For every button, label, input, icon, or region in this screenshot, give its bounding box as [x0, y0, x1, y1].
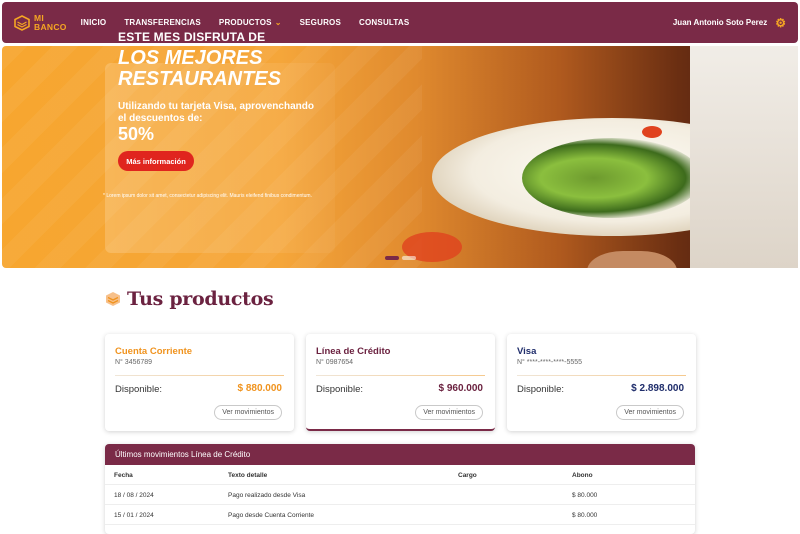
logo-text-line2: BANCO [34, 21, 67, 32]
cell-abono: $ 80.000 [572, 492, 598, 499]
column-header-abono: Abono [572, 472, 593, 479]
available-label: Disponible: [517, 384, 564, 395]
column-header-detalle: Texto detalle [228, 472, 268, 479]
logo-icon [106, 292, 120, 306]
nav-item-label: INICIO [80, 18, 107, 27]
carousel-dot-2[interactable] [402, 256, 416, 260]
product-name: Línea de Crédito [316, 346, 391, 357]
nav-item-label: PRODUCTOS [218, 18, 272, 27]
view-movements-button[interactable]: Ver movimientos [616, 405, 684, 420]
bank-logo[interactable]: MI BANCO [14, 14, 67, 31]
hand-image [587, 251, 677, 268]
promo-subtitle: Utilizando tu tarjeta Visa, aprovenchand… [118, 101, 314, 124]
table-row: 15 / 01 / 2024 Pago desde Cuenta Corrien… [105, 505, 695, 525]
user-name[interactable]: Juan Antonio Soto Perez [673, 18, 767, 27]
promo-discount: 50% [118, 124, 155, 144]
movements-title: Últimos movimientos Línea de Crédito [105, 444, 695, 465]
promo-title-line2: RESTAURANTES [118, 68, 281, 90]
salad-image [522, 138, 702, 218]
logo-icon [14, 14, 30, 31]
page-title: Tus productos [127, 288, 274, 310]
available-amount: $ 880.000 [237, 383, 283, 394]
product-card-linea-credito[interactable]: Línea de Crédito N° 0987654 Disponible: … [306, 334, 495, 431]
promo-title: LOS MEJORES RESTAURANTES [118, 48, 338, 90]
view-movements-button[interactable]: Ver movimientos [214, 405, 282, 420]
product-name: Cuenta Corriente [115, 346, 193, 357]
available-label: Disponible: [316, 384, 363, 395]
table-header-row: Fecha Texto detalle Cargo Abono [105, 465, 695, 485]
promo-disclaimer: * Lorem ipsum dolor sit amet, consectetu… [103, 193, 312, 199]
product-name: Visa [517, 346, 537, 357]
nav-item-consultas[interactable]: CONSULTAS [359, 18, 409, 27]
chef-arm-image [690, 46, 798, 268]
cell-fecha: 18 / 08 / 2024 [114, 492, 154, 499]
available-amount: $ 2.898.000 [631, 383, 684, 394]
product-card-cuenta-corriente[interactable]: Cuenta Corriente N° 3456789 Disponible: … [105, 334, 294, 431]
available-label: Disponible: [115, 384, 162, 395]
cell-detalle: Pago realizado desde Visa [228, 492, 306, 499]
cell-detalle: Pago desde Cuenta Corriente [228, 512, 315, 519]
cell-fecha: 15 / 01 / 2024 [114, 512, 154, 519]
divider [316, 375, 485, 376]
product-card-visa[interactable]: Visa N° ****-****-****-5555 Disponible: … [507, 334, 696, 431]
carousel-dots [385, 256, 416, 260]
nav-item-label: SEGUROS [299, 18, 342, 27]
view-movements-button[interactable]: Ver movimientos [415, 405, 483, 420]
nav-item-productos[interactable]: PRODUCTOS ⌄ [219, 18, 282, 27]
nav-item-label: TRANSFERENCIAS [124, 18, 201, 27]
nav-item-inicio[interactable]: INICIO [81, 18, 107, 27]
table-row: 18 / 08 / 2024 Pago realizado desde Visa… [105, 485, 695, 505]
nav-item-label: CONSULTAS [359, 18, 410, 27]
promo-title-line1: LOS MEJORES [118, 47, 263, 69]
products-heading: Tus productos [105, 288, 274, 310]
divider [517, 375, 686, 376]
movements-panel: Últimos movimientos Línea de Crédito Fec… [105, 444, 695, 534]
more-info-button[interactable]: Más información [118, 151, 194, 171]
product-number: N° ****-****-****-5555 [517, 359, 583, 366]
divider [115, 375, 284, 376]
available-amount: $ 960.000 [438, 383, 484, 394]
cell-abono: $ 80.000 [572, 512, 598, 519]
product-number: N° 0987654 [316, 359, 354, 366]
tomato-image [642, 126, 662, 138]
nav-item-seguros[interactable]: SEGUROS [300, 18, 341, 27]
carousel-dot-1[interactable] [385, 256, 399, 260]
promo-eyebrow: ESTE MES DISFRUTA DE [118, 30, 266, 44]
column-header-cargo: Cargo [458, 472, 477, 479]
user-menu: Juan Antonio Soto Perez ⚙ [673, 16, 786, 30]
product-number: N° 3456789 [115, 359, 153, 366]
gear-icon[interactable]: ⚙ [775, 16, 786, 30]
nav-item-transferencias[interactable]: TRANSFERENCIAS [124, 18, 201, 27]
column-header-fecha: Fecha [114, 472, 133, 479]
chevron-down-icon: ⌄ [274, 18, 282, 27]
